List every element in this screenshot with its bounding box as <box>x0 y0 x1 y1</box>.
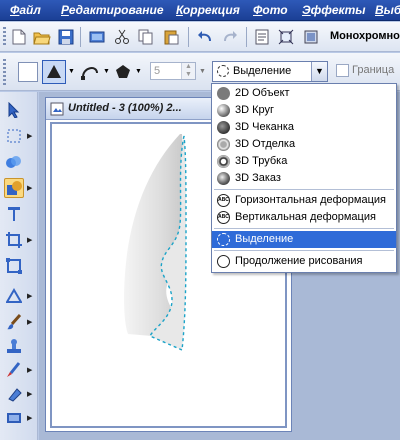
3d-trim-icon <box>216 137 231 152</box>
retouch-tool-icon[interactable] <box>4 360 24 380</box>
preset-shape-tool-icon[interactable] <box>4 178 24 198</box>
shape-chevron-down-icon[interactable]: ▼ <box>68 68 75 75</box>
monochrome-label: Монохромно <box>330 30 400 42</box>
horizontal-warp-icon: ABC <box>216 193 231 208</box>
polygon-shape-icon[interactable] <box>113 62 133 82</box>
draw-chevron-icon[interactable]: ▶ <box>27 292 32 300</box>
shape-tool-chevron-icon[interactable]: ▶ <box>27 184 32 192</box>
crop-chevron-icon[interactable]: ▶ <box>27 236 32 244</box>
shape-outline-icon[interactable] <box>18 62 38 82</box>
text-tool-icon[interactable] <box>4 204 24 224</box>
menu-item-3d-chisel[interactable]: 3D Чеканка <box>212 119 396 136</box>
menu-item-selection[interactable]: Выделение <box>212 231 396 248</box>
retouch-chevron-icon[interactable]: ▶ <box>27 366 32 374</box>
menu-effects[interactable]: Эффекты <box>302 0 366 21</box>
selection-mode-value: Выделение <box>233 65 292 77</box>
menu-edit[interactable]: Редактирование <box>61 0 164 21</box>
pointer-tool-icon[interactable] <box>4 100 24 120</box>
dropdown-chevron-down-icon[interactable]: ▼ <box>311 62 327 81</box>
2d-object-icon <box>216 86 231 101</box>
copy-icon[interactable] <box>137 28 155 46</box>
fill-tool-icon[interactable] <box>4 408 24 428</box>
line-width-value: 5 <box>154 65 161 77</box>
eraser-chevron-icon[interactable]: ▶ <box>27 390 32 398</box>
magic-wand-tool-icon[interactable] <box>4 152 24 172</box>
image-info-icon[interactable] <box>302 28 320 46</box>
menu-file[interactable]: Файл <box>10 0 41 21</box>
toolbar-grip <box>3 27 6 47</box>
3d-round-icon <box>216 103 231 118</box>
fill-chevron-icon[interactable]: ▶ <box>27 414 32 422</box>
selection-tool-icon[interactable] <box>4 126 24 146</box>
open-folder-icon[interactable] <box>33 28 51 46</box>
clone-stamp-tool-icon[interactable] <box>4 336 24 356</box>
menu-item-continue-drawing[interactable]: Продолжение рисования <box>212 253 396 270</box>
selection-mode-dropdown[interactable]: Выделение ▼ <box>212 61 328 82</box>
menu-adjust[interactable]: Коррекция <box>176 0 240 21</box>
shape-filled-triangle-button[interactable] <box>42 60 66 84</box>
selection-chevron-icon[interactable]: ▶ <box>27 132 32 140</box>
3d-tube-icon <box>216 154 231 169</box>
full-screen-icon[interactable] <box>277 28 295 46</box>
document-icon <box>50 102 64 116</box>
line-width-stepper[interactable]: 5 ▲ ▼ <box>150 62 196 80</box>
toolbar-grip <box>3 59 6 85</box>
3d-chisel-icon <box>216 120 231 135</box>
crop-tool-icon[interactable] <box>4 230 24 250</box>
menu-item-horizontal-warp[interactable]: ABC Горизонтальная деформация <box>212 192 396 209</box>
menu-item-3d-trim[interactable]: 3D Отделка <box>212 136 396 153</box>
eraser-tool-icon[interactable] <box>4 384 24 404</box>
border-label: Граница <box>352 64 395 76</box>
polygon-chevron-down-icon[interactable]: ▼ <box>135 68 142 75</box>
menu-item-3d-custom[interactable]: 3D Заказ <box>212 170 396 187</box>
deform-tool-icon[interactable] <box>4 256 24 276</box>
menu-item-2d-object[interactable]: 2D Объект <box>212 85 396 102</box>
border-checkbox[interactable] <box>336 64 349 77</box>
browse-icon[interactable] <box>253 28 271 46</box>
cut-icon[interactable] <box>113 28 131 46</box>
draw-tool-icon[interactable] <box>4 286 24 306</box>
brush-chevron-icon[interactable]: ▶ <box>27 318 32 326</box>
undo-icon[interactable] <box>196 28 214 46</box>
paste-icon[interactable] <box>162 28 180 46</box>
vertical-warp-icon: ABC <box>216 210 231 225</box>
stepper-chevron-down-icon[interactable]: ▼ <box>199 68 206 75</box>
paint-brush-tool-icon[interactable] <box>4 312 24 332</box>
continue-drawing-icon <box>216 254 231 269</box>
curve-chevron-down-icon[interactable]: ▼ <box>103 68 110 75</box>
menu-bar: Файл Редактирование Коррекция Фото Эффек… <box>0 0 400 21</box>
stepper-arrows[interactable]: ▲ ▼ <box>181 63 195 79</box>
menu-photo[interactable]: Фото <box>253 0 288 21</box>
menu-item-3d-tube[interactable]: 3D Трубка <box>212 153 396 170</box>
document-title: Untitled - 3 (100%) 2... <box>68 102 182 114</box>
curve-tool-icon[interactable] <box>80 62 102 82</box>
menu-item-vertical-warp[interactable]: ABC Вертикальная деформация <box>212 209 396 226</box>
acquire-icon[interactable] <box>88 28 106 46</box>
menu-select[interactable]: Выб <box>375 0 400 21</box>
save-icon[interactable] <box>57 28 75 46</box>
selection-marquee-icon <box>216 232 231 247</box>
new-file-icon[interactable] <box>10 28 28 46</box>
menu-item-3d-round[interactable]: 3D Круг <box>212 102 396 119</box>
redo-icon[interactable] <box>221 28 239 46</box>
3d-custom-icon <box>216 171 231 186</box>
selection-mode-menu: 2D Объект 3D Круг 3D Чеканка 3D Отделка … <box>211 83 397 273</box>
selection-marquee-icon <box>217 65 229 77</box>
